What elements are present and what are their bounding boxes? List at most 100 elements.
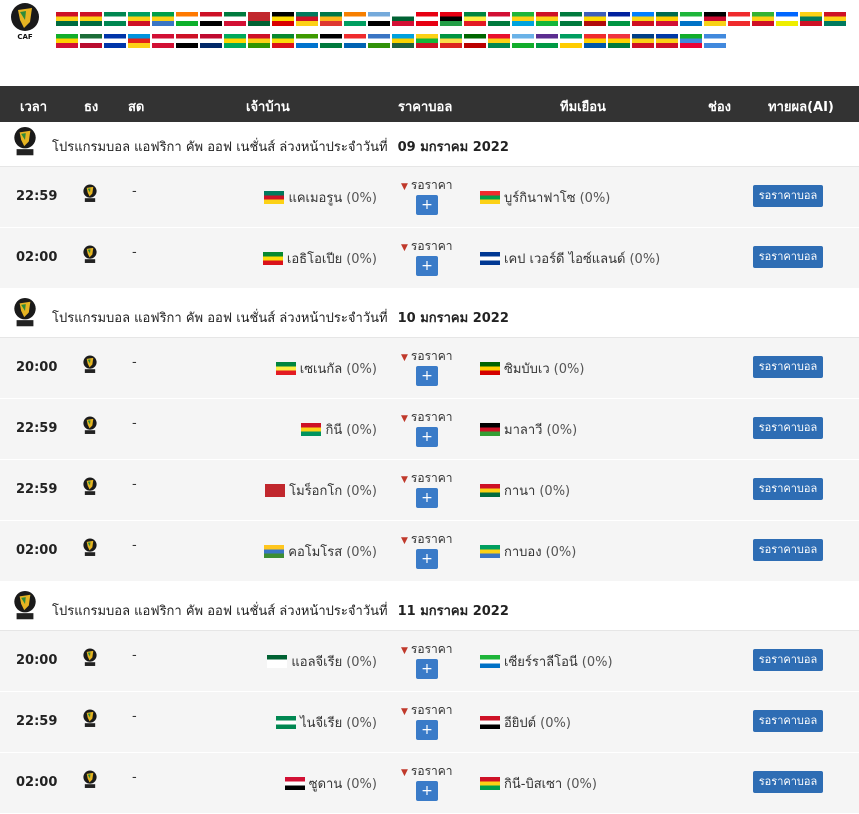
away-team[interactable]: ซิมบับเว (0%)	[476, 358, 584, 379]
league-logo-icon	[83, 184, 97, 202]
home-flag-icon	[284, 777, 305, 790]
price-label: รอราคา	[410, 239, 453, 253]
away-team-percent: (0%)	[545, 545, 577, 560]
country-flag-icon	[80, 12, 102, 26]
home-team[interactable]: แอลจีเรีย (0%)	[263, 651, 377, 672]
away-team[interactable]: เซียร์ราลีโอนี (0%)	[476, 651, 613, 672]
price-label: รอราคา	[410, 349, 453, 363]
away-team-percent: (0%)	[540, 716, 571, 731]
country-flag-icon	[224, 12, 246, 26]
predict-button[interactable]: รอราคาบอล	[753, 649, 823, 671]
match-row: 22:59- โมร็อกโก (0%) ▼ รอราคา + กานา (0%) รอราคา…	[0, 460, 859, 521]
match-time: 22:59	[16, 482, 58, 497]
home-team-name: คอโมโรส	[288, 545, 343, 560]
away-team[interactable]: กานา (0%)	[476, 480, 570, 501]
league-logo-icon	[83, 770, 97, 788]
country-flag-icon	[56, 12, 78, 26]
away-team[interactable]: บูร์กินาฟาโซ (0%)	[476, 187, 610, 208]
home-flag-icon	[275, 362, 296, 375]
expand-button[interactable]: +	[416, 720, 438, 740]
home-team-percent: (0%)	[346, 777, 377, 792]
expand-button[interactable]: +	[416, 256, 438, 276]
caret-down-icon: ▼	[401, 536, 408, 546]
predict-button[interactable]: รอราคาบอล	[753, 246, 823, 268]
away-team[interactable]: กินี-บิสเซา (0%)	[476, 773, 597, 794]
home-team[interactable]: โมร็อกโก (0%)	[261, 480, 377, 501]
expand-button[interactable]: +	[416, 549, 438, 569]
predict-button[interactable]: รอราคาบอล	[753, 771, 823, 793]
country-flag-icon	[752, 12, 774, 26]
header-flag: ธง	[84, 100, 99, 115]
match-time: 02:00	[16, 543, 58, 558]
league-logo-icon	[83, 648, 97, 666]
home-team-percent: (0%)	[346, 191, 377, 206]
league-logo-icon	[83, 245, 97, 263]
country-flag-icon	[128, 34, 150, 48]
home-team[interactable]: กินี (0%)	[297, 419, 377, 440]
match-row: 22:59- แคเมอรูน (0%) ▼ รอราคา + บูร์กินาฟาโซ (0…	[0, 167, 859, 228]
home-team[interactable]: คอโมโรส (0%)	[260, 541, 377, 562]
country-flag-icon	[560, 12, 582, 26]
expand-button[interactable]: +	[416, 488, 438, 508]
away-team-name: ซิมบับเว	[504, 362, 550, 377]
away-team-name: เซียร์ราลีโอนี	[504, 655, 578, 670]
away-flag-icon	[480, 545, 500, 558]
away-flag-icon	[480, 716, 500, 729]
predict-button[interactable]: รอราคาบอล	[753, 478, 823, 500]
away-team[interactable]: มาลาวี (0%)	[476, 419, 577, 440]
country-flag-icon	[80, 34, 102, 48]
away-team-name: อียิปต์	[504, 716, 537, 731]
country-flag-icon	[344, 12, 366, 26]
expand-button[interactable]: +	[416, 195, 438, 215]
expand-button[interactable]: +	[416, 781, 438, 801]
section-date: 10 มกราคม 2022	[397, 311, 509, 326]
country-flag-icon	[392, 34, 414, 48]
expand-button[interactable]: +	[416, 366, 438, 386]
section-title-text: โปรแกรมบอล แอฟริกา คัพ ออฟ เนชั่นส์ ล่วง…	[52, 604, 388, 619]
price-label: รอราคา	[410, 764, 453, 778]
expand-button[interactable]: +	[416, 427, 438, 447]
home-team[interactable]: เอธิโอเปีย (0%)	[259, 248, 377, 269]
country-flag-icon	[584, 34, 606, 48]
country-flag-icon	[464, 12, 486, 26]
home-team[interactable]: ไนจีเรีย (0%)	[272, 712, 377, 733]
flag-bar: CAF	[0, 0, 859, 86]
home-team[interactable]: เซเนกัล (0%)	[272, 358, 377, 379]
section-title-text: โปรแกรมบอล แอฟริกา คัพ ออฟ เนชั่นส์ ล่วง…	[52, 311, 388, 326]
country-flag-icon	[776, 12, 798, 26]
country-flag-icon	[272, 34, 294, 48]
live-score: -	[132, 538, 137, 553]
away-team-name: บูร์กินาฟาโซ	[504, 191, 576, 206]
home-team[interactable]: ซูดาน (0%)	[281, 773, 377, 794]
country-flag-icon	[512, 34, 534, 48]
predict-button[interactable]: รอราคาบอล	[753, 539, 823, 561]
expand-button[interactable]: +	[416, 659, 438, 679]
price-label: รอราคา	[410, 410, 453, 424]
price-status: ▼ รอราคา	[401, 640, 453, 659]
home-team-name: โมร็อกโก	[289, 484, 343, 499]
away-team-percent: (0%)	[579, 191, 611, 206]
caret-down-icon: ▼	[401, 414, 408, 424]
home-team-percent: (0%)	[346, 252, 377, 267]
away-team[interactable]: อียิปต์ (0%)	[476, 712, 571, 733]
country-flag-icon	[128, 12, 150, 26]
home-flag-icon	[264, 545, 285, 558]
predict-button[interactable]: รอราคาบอล	[753, 417, 823, 439]
country-flag-icon	[176, 34, 198, 48]
table-header: เวลา ธง สด เจ้าบ้าน ราคาบอล ทีมเยือน ช่อ…	[0, 86, 859, 122]
live-score: -	[132, 709, 137, 724]
predict-button[interactable]: รอราคาบอล	[753, 356, 823, 378]
predict-button[interactable]: รอราคาบอล	[753, 710, 823, 732]
away-team[interactable]: กาบอง (0%)	[476, 541, 576, 562]
away-team[interactable]: เคป เวอร์ดี ไอซ์แลนด์ (0%)	[476, 248, 660, 269]
match-time: 20:00	[16, 360, 58, 375]
home-flag-icon	[267, 655, 288, 668]
section-header: โปรแกรมบอล แอฟริกา คัพ ออฟ เนชั่นส์ ล่วง…	[0, 293, 859, 338]
league-logo-icon	[83, 355, 97, 373]
home-team[interactable]: แคเมอรูน (0%)	[260, 187, 377, 208]
caf-logo-text: CAF	[17, 33, 33, 41]
caf-logo-icon[interactable]: CAF	[8, 2, 42, 42]
predict-button[interactable]: รอราคาบอล	[753, 185, 823, 207]
country-flags	[56, 12, 856, 56]
match-day-section: โปรแกรมบอล แอฟริกา คัพ ออฟ เนชั่นส์ ล่วง…	[0, 586, 859, 814]
